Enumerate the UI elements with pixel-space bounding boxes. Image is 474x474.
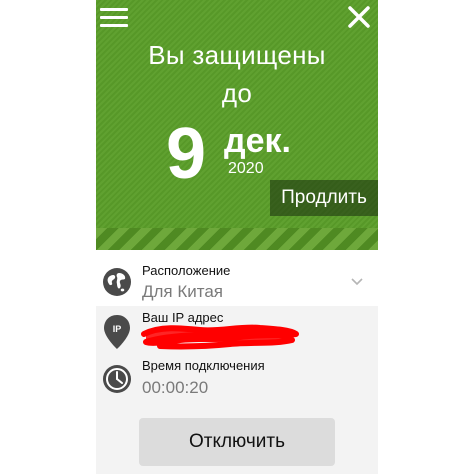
expiry-year: 2020: [228, 160, 264, 177]
protection-status-banner: Вы защищены до 9 дек. 2020 Продлить: [96, 0, 378, 250]
location-selector[interactable]: Расположение Для Китая: [96, 258, 378, 307]
connection-time-label: Время подключения: [142, 358, 265, 373]
expiry-month: дек.: [224, 122, 291, 160]
hazard-stripes: [96, 228, 378, 250]
renew-button[interactable]: Продлить: [270, 180, 378, 216]
protected-title: Вы защищены: [148, 40, 326, 70]
location-label: Расположение: [142, 263, 231, 278]
expiry-day: 9: [166, 114, 207, 194]
vpn-app-panel: Вы защищены до 9 дек. 2020 Продлить Расп…: [96, 0, 378, 474]
globe-icon: [103, 268, 131, 296]
protected-until-label: до: [221, 78, 253, 108]
ip-redaction: [141, 324, 299, 350]
close-icon[interactable]: [346, 4, 372, 30]
hamburger-menu-icon[interactable]: [100, 6, 128, 30]
svg-text:IP: IP: [113, 324, 122, 334]
ip-pin-icon: IP: [104, 315, 130, 349]
connection-time-value: 00:00:20: [142, 378, 209, 397]
disconnect-button[interactable]: Отключить: [139, 418, 335, 466]
clock-icon: [103, 365, 131, 393]
location-value: Для Китая: [142, 282, 224, 301]
chevron-down-icon: [351, 278, 363, 286]
